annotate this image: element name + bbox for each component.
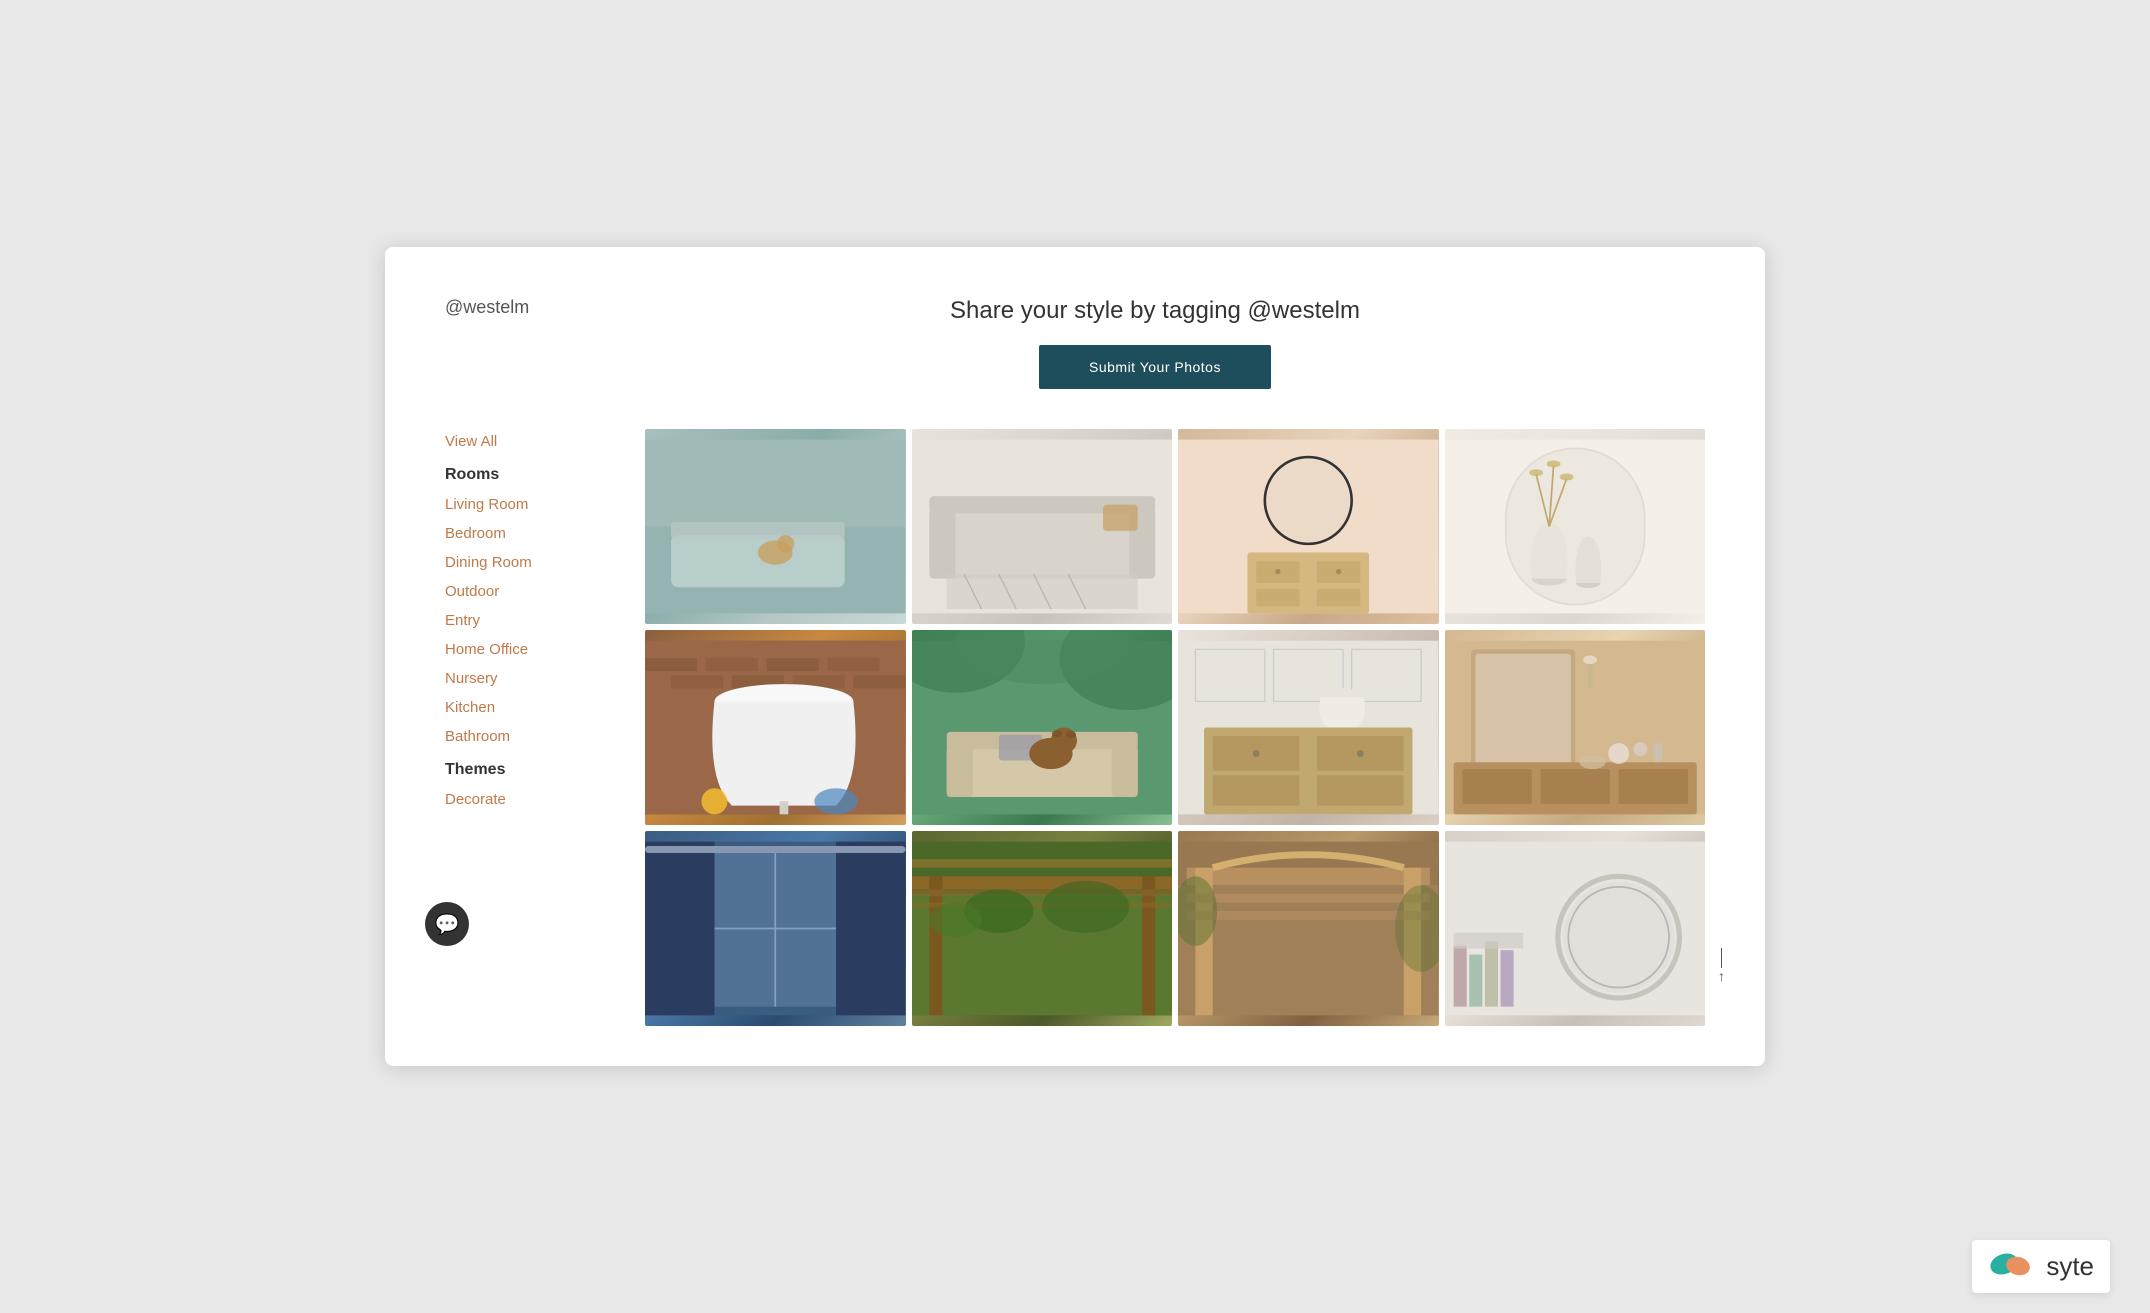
syte-branding: syte bbox=[1972, 1240, 2110, 1293]
main-container: @westelm Share your style by tagging @we… bbox=[385, 247, 1765, 1066]
scroll-top-button[interactable]: ↑ bbox=[1718, 948, 1725, 986]
main-content: View All Rooms Living Room Bedroom Dinin… bbox=[385, 409, 1765, 1066]
sidebar-item-bathroom[interactable]: Bathroom bbox=[445, 724, 605, 749]
sidebar-item-view-all[interactable]: View All bbox=[445, 429, 605, 454]
scroll-top-arrow: ↑ bbox=[1718, 970, 1725, 986]
sidebar-item-living-room[interactable]: Living Room bbox=[445, 492, 605, 517]
photo-cell[interactable] bbox=[912, 630, 1173, 825]
chat-button[interactable]: 💬 bbox=[425, 902, 469, 946]
photo-cell[interactable] bbox=[1178, 630, 1439, 825]
photo-cell[interactable] bbox=[1445, 630, 1706, 825]
photo-grid bbox=[645, 429, 1705, 1026]
scroll-top-line bbox=[1721, 948, 1722, 968]
sidebar: View All Rooms Living Room Bedroom Dinin… bbox=[445, 429, 605, 1026]
chat-icon: 💬 bbox=[435, 912, 460, 937]
photo-cell[interactable] bbox=[645, 831, 906, 1026]
photo-cell[interactable] bbox=[1178, 831, 1439, 1026]
sidebar-item-entry[interactable]: Entry bbox=[445, 608, 605, 633]
photo-cell[interactable] bbox=[645, 429, 906, 624]
sidebar-item-nursery[interactable]: Nursery bbox=[445, 666, 605, 691]
sidebar-item-home-office[interactable]: Home Office bbox=[445, 637, 605, 662]
photo-cell[interactable] bbox=[1178, 429, 1439, 624]
sidebar-heading-rooms: Rooms bbox=[445, 458, 605, 488]
header-center: Share your style by tagging @westelm Sub… bbox=[605, 297, 1705, 389]
header: @westelm Share your style by tagging @we… bbox=[385, 247, 1765, 409]
photo-cell[interactable] bbox=[912, 831, 1173, 1026]
sidebar-item-kitchen[interactable]: Kitchen bbox=[445, 695, 605, 720]
photo-cell[interactable] bbox=[1445, 429, 1706, 624]
sidebar-item-bedroom[interactable]: Bedroom bbox=[445, 521, 605, 546]
syte-text: syte bbox=[2046, 1251, 2094, 1282]
sidebar-heading-themes: Themes bbox=[445, 753, 605, 783]
sidebar-item-outdoor[interactable]: Outdoor bbox=[445, 579, 605, 604]
photo-cell[interactable] bbox=[1445, 831, 1706, 1026]
photo-cell[interactable] bbox=[645, 630, 906, 825]
sidebar-item-dining-room[interactable]: Dining Room bbox=[445, 550, 605, 575]
photo-cell[interactable] bbox=[912, 429, 1173, 624]
brand-handle: @westelm bbox=[445, 297, 605, 318]
sidebar-item-decorate[interactable]: Decorate bbox=[445, 787, 605, 812]
submit-photos-button[interactable]: Submit Your Photos bbox=[1039, 345, 1271, 389]
syte-logo bbox=[1988, 1248, 2036, 1285]
tagline: Share your style by tagging @westelm bbox=[950, 297, 1360, 325]
